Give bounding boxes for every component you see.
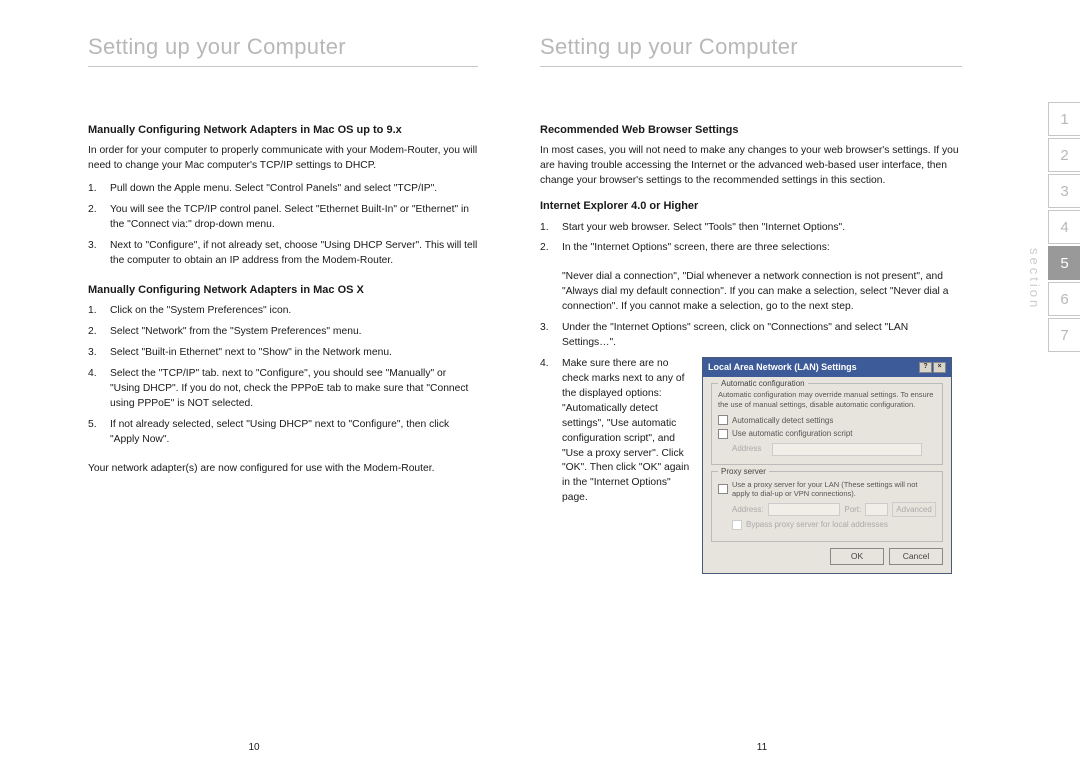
- proxy-group: Proxy server Use a proxy server for your…: [711, 471, 943, 542]
- list-item: Select "Built-in Ethernet" next to "Show…: [88, 346, 478, 361]
- list-item: Select the "TCP/IP" tab. next to "Config…: [88, 367, 478, 412]
- label-auto-script: Use automatic configuration script: [732, 428, 853, 440]
- close-icon[interactable]: ×: [933, 362, 946, 373]
- page-number-right: 11: [757, 742, 767, 753]
- cancel-button[interactable]: Cancel: [889, 548, 943, 565]
- ok-button[interactable]: OK: [830, 548, 884, 565]
- steps-macosx: Click on the "System Preferences" icon. …: [88, 304, 478, 447]
- steps-mac9: Pull down the Apple menu. Select "Contro…: [88, 182, 478, 269]
- input-proxy-address[interactable]: [768, 503, 841, 516]
- advanced-button[interactable]: Advanced: [892, 502, 936, 517]
- page-header-right: Setting up your Computer: [540, 34, 962, 67]
- tab-1[interactable]: 1: [1048, 102, 1080, 136]
- heading-browser: Recommended Web Browser Settings: [540, 123, 962, 138]
- page-left: Setting up your Computer Manually Config…: [0, 0, 508, 771]
- proxy-legend: Proxy server: [718, 466, 769, 478]
- dialog-titlebar: Local Area Network (LAN) Settings ? ×: [703, 358, 951, 377]
- list-item: Next to "Configure", if not already set,…: [88, 239, 478, 269]
- list-item: Click on the "System Preferences" icon.: [88, 304, 478, 319]
- tab-6[interactable]: 6: [1048, 282, 1080, 316]
- tab-7[interactable]: 7: [1048, 318, 1080, 352]
- page-header-left: Setting up your Computer: [88, 34, 478, 67]
- ie-quote: "Never dial a connection", "Dial wheneve…: [540, 270, 962, 315]
- heading-macosx: Manually Configuring Network Adapters in…: [88, 283, 478, 298]
- list-item: Make sure there are no check marks next …: [540, 357, 962, 574]
- list-item: You will see the TCP/IP control panel. S…: [88, 203, 478, 233]
- label-address: Address: [732, 443, 768, 455]
- list-item: Pull down the Apple menu. Select "Contro…: [88, 182, 478, 197]
- ie-step4-text: Make sure there are no check marks next …: [562, 357, 692, 574]
- page-number-left: 10: [248, 742, 259, 753]
- intro-browser: In most cases, you will not need to make…: [540, 144, 962, 189]
- page-right: Setting up your Computer Recommended Web…: [508, 0, 1016, 771]
- label-bypass: Bypass proxy server for local addresses: [746, 519, 888, 531]
- auto-note: Automatic configuration may override man…: [718, 390, 936, 410]
- dialog-title: Local Area Network (LAN) Settings: [708, 361, 857, 374]
- auto-config-group: Automatic configuration Automatic config…: [711, 383, 943, 465]
- section-tabs: 1 2 3 4 5 6 7: [1048, 102, 1080, 354]
- list-item: Select "Network" from the "System Prefer…: [88, 325, 478, 340]
- input-address[interactable]: [772, 443, 922, 456]
- help-icon[interactable]: ?: [919, 362, 932, 373]
- label-auto-detect: Automatically detect settings: [732, 415, 833, 427]
- heading-ie: Internet Explorer 4.0 or Higher: [540, 199, 962, 214]
- proxy-note: Use a proxy server for your LAN (These s…: [732, 480, 936, 500]
- tab-4[interactable]: 4: [1048, 210, 1080, 244]
- list-item: Start your web browser. Select "Tools" t…: [540, 221, 962, 236]
- tab-5[interactable]: 5: [1048, 246, 1080, 280]
- list-item: In the "Internet Options" screen, there …: [540, 241, 962, 256]
- label-port: Port:: [844, 504, 861, 516]
- outro-macosx: Your network adapter(s) are now configur…: [88, 462, 478, 477]
- list-item: Under the "Internet Options" screen, cli…: [540, 321, 962, 351]
- input-port[interactable]: [865, 503, 888, 516]
- checkbox-auto-script[interactable]: [718, 429, 728, 439]
- list-item: If not already selected, select "Using D…: [88, 418, 478, 448]
- tab-2[interactable]: 2: [1048, 138, 1080, 172]
- section-label: section: [1027, 248, 1042, 310]
- steps-ie-cont: Under the "Internet Options" screen, cli…: [540, 321, 962, 574]
- label-proxy-address: Address:: [732, 504, 764, 516]
- dialog-controls: ? ×: [919, 362, 946, 373]
- checkbox-bypass[interactable]: [732, 520, 742, 530]
- tab-3[interactable]: 3: [1048, 174, 1080, 208]
- heading-mac9: Manually Configuring Network Adapters in…: [88, 123, 478, 138]
- auto-legend: Automatic configuration: [718, 378, 808, 390]
- checkbox-proxy[interactable]: [718, 484, 728, 494]
- intro-mac9: In order for your computer to properly c…: [88, 144, 478, 174]
- steps-ie: Start your web browser. Select "Tools" t…: [540, 221, 962, 257]
- checkbox-auto-detect[interactable]: [718, 415, 728, 425]
- lan-settings-dialog: Local Area Network (LAN) Settings ? × Au…: [702, 357, 952, 574]
